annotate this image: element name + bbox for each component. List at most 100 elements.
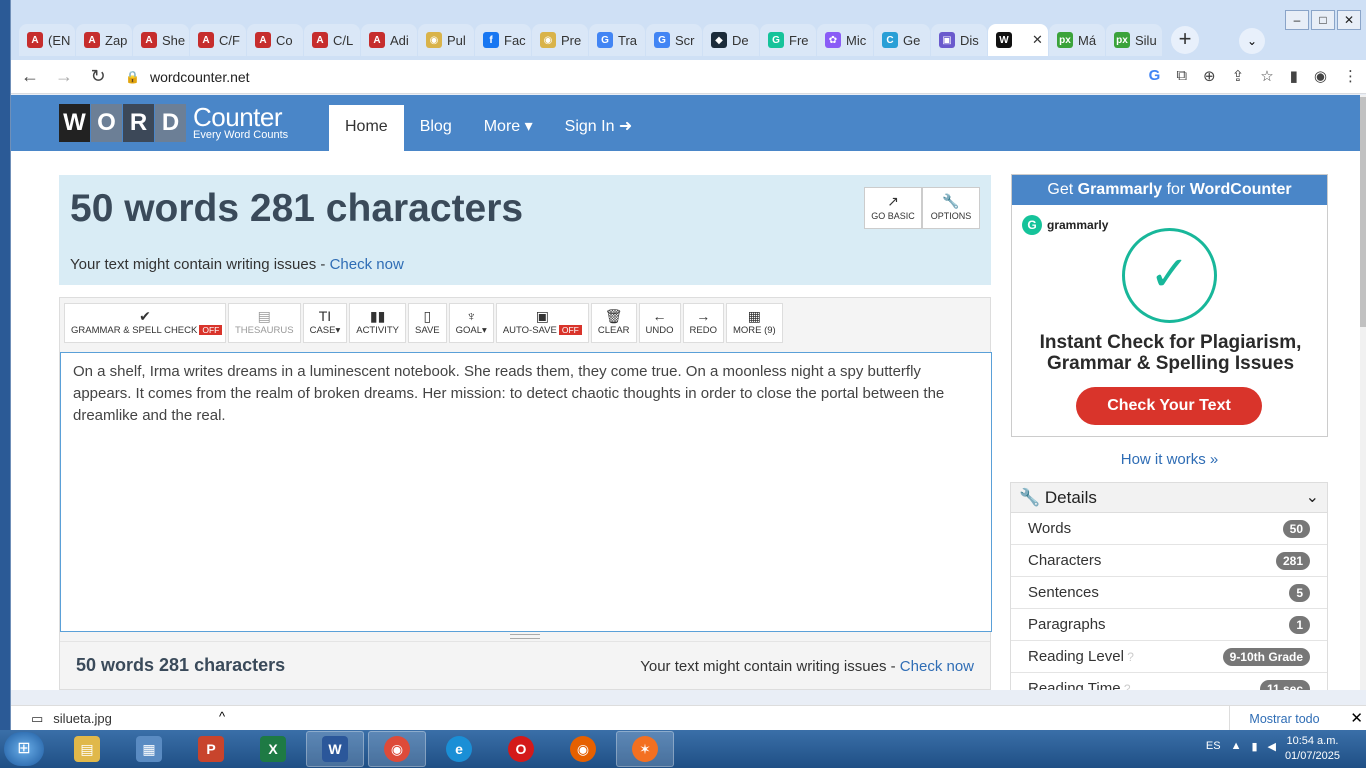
close-download-bar-icon[interactable]: ✕ — [1350, 709, 1363, 727]
firefox-icon[interactable]: ◉ — [554, 731, 612, 767]
volume-icon[interactable]: ◀ — [1268, 740, 1276, 753]
browser-tab[interactable]: ✿ Mic — [817, 24, 873, 56]
close-icon[interactable]: ✕ — [1337, 10, 1361, 30]
browser-tab[interactable]: A C/F — [190, 24, 246, 56]
browser-tab[interactable]: f Fac — [475, 24, 531, 56]
goal-button[interactable]: ♆ GOAL▾ — [448, 303, 494, 343]
tab-search-icon[interactable]: ⌄ — [1239, 28, 1265, 54]
clock[interactable]: 10:54 a.m. 01/07/2025 — [1285, 734, 1340, 764]
browser-tab[interactable]: G Scr — [646, 24, 702, 56]
translate-icon[interactable]: ⧉ — [1176, 67, 1187, 85]
powerpoint-icon[interactable]: P — [182, 731, 240, 767]
grammar-check-button[interactable]: ✔ GRAMMAR & SPELL CHECK OFF — [64, 303, 226, 343]
control-panel-icon[interactable]: ▦ — [120, 731, 178, 767]
browser-tab[interactable]: A She — [133, 24, 189, 56]
nav-home[interactable]: Home — [329, 105, 404, 151]
share-icon[interactable]: ⇪ — [1232, 67, 1245, 85]
tab-title: Dis — [960, 32, 979, 48]
browser-tab[interactable]: px Má — [1049, 24, 1105, 56]
minimize-icon[interactable]: – — [1285, 10, 1309, 30]
browser-tab[interactable]: A Zap — [76, 24, 132, 56]
back-icon[interactable]: ← — [15, 66, 45, 87]
start-button[interactable]: ⊞ — [4, 732, 44, 766]
case-button[interactable]: TI CASE▾ — [302, 303, 348, 343]
chrome-icon[interactable]: ◉ — [368, 731, 426, 767]
chevron-down-icon[interactable]: ⌄ — [1306, 483, 1319, 513]
sidepanel-icon[interactable]: ▮ — [1290, 67, 1298, 85]
tab-favicon-icon: A — [141, 32, 157, 48]
redo-label: REDO — [689, 325, 717, 336]
app-icon[interactable]: ✶ — [616, 731, 674, 767]
tray-expand-icon[interactable]: ▲ — [1231, 740, 1242, 753]
bookmark-star-icon[interactable]: ☆ — [1260, 67, 1273, 85]
clear-button[interactable]: 🗑 CLEAR — [590, 303, 637, 343]
file-explorer-icon[interactable]: ▤ — [58, 731, 116, 767]
scrollbar-thumb[interactable] — [1360, 97, 1366, 327]
save-button[interactable]: ▯ SAVE — [408, 303, 447, 343]
browser-tab[interactable]: C Ge — [874, 24, 930, 56]
text-input-area[interactable]: On a shelf, Irma writes dreams in a lumi… — [60, 352, 992, 632]
ad-head-site: WordCounter — [1189, 181, 1292, 198]
go-basic-button[interactable]: ↗ GO BASIC — [864, 187, 922, 229]
edge-icon[interactable]: e — [430, 731, 488, 767]
browser-tab[interactable]: px Silu — [1106, 24, 1162, 56]
details-header[interactable]: 🔧 Details ⌄ — [1011, 483, 1327, 513]
how-it-works-link[interactable]: How it works » — [1011, 451, 1328, 468]
browser-tab[interactable]: ▣ Dis — [931, 24, 987, 56]
browser-tab[interactable]: ◆ De — [703, 24, 759, 56]
browser-tab[interactable]: A Co — [247, 24, 303, 56]
nav-more[interactable]: More ▾ — [468, 105, 549, 151]
site-info-icon[interactable]: 🔒 — [125, 70, 140, 84]
help-icon[interactable]: ? — [1121, 682, 1131, 690]
opera-icon[interactable]: O — [492, 731, 550, 767]
resize-handle[interactable] — [510, 634, 540, 639]
clock-date: 01/07/2025 — [1284, 750, 1340, 762]
more-tools-button[interactable]: ▦ MORE (9) — [725, 303, 783, 343]
activity-button[interactable]: ▮▮ ACTIVITY — [349, 303, 406, 343]
nav-sign-in[interactable]: Sign In ➜ — [549, 105, 649, 151]
undo-button[interactable]: ← UNDO — [638, 303, 681, 343]
check-your-text-button[interactable]: Check Your Text — [1076, 387, 1262, 425]
browser-tab[interactable]: A C/L — [304, 24, 360, 56]
check-now-link[interactable]: Check now — [330, 256, 404, 273]
browser-tab[interactable]: ◉ Pul — [418, 24, 474, 56]
autosave-button[interactable]: ▣ AUTO-SAVE OFF — [495, 303, 589, 343]
help-icon[interactable]: ? — [1124, 650, 1134, 664]
nav-blog[interactable]: Blog — [404, 105, 468, 151]
forward-icon[interactable]: → — [49, 66, 79, 87]
ad-header: Get Grammarly for WordCounter — [1012, 175, 1327, 205]
chevron-up-icon[interactable]: ^ — [219, 709, 225, 724]
language-indicator[interactable]: ES — [1206, 740, 1221, 753]
thesaurus-button[interactable]: ▤ THESAURUS — [228, 303, 301, 343]
download-item[interactable]: ▭ silueta.jpg — [31, 711, 112, 727]
page-scrollbar[interactable] — [1360, 95, 1366, 690]
browser-tab[interactable]: A Adi — [361, 24, 417, 56]
zoom-icon[interactable]: ⊕ — [1203, 67, 1216, 85]
text-case-icon: TI — [318, 308, 332, 324]
menu-dots-icon[interactable]: ⋮ — [1343, 67, 1358, 85]
details-row-label: Sentences — [1028, 584, 1099, 601]
show-all-button[interactable]: Mostrar todo — [1229, 706, 1339, 732]
maximize-icon[interactable]: □ — [1311, 10, 1335, 30]
grammarly-ad[interactable]: Get Grammarly for WordCounter Ggrammarly… — [1011, 174, 1328, 437]
close-tab-icon[interactable]: ✕ — [1032, 32, 1043, 48]
browser-tab[interactable]: G Tra — [589, 24, 645, 56]
tab-favicon-icon: A — [312, 32, 328, 48]
word-icon[interactable]: W — [306, 731, 364, 767]
browser-tab[interactable]: W ✕ — [988, 24, 1048, 56]
footer-check-now-link[interactable]: Check now — [900, 658, 974, 675]
network-icon[interactable]: ▮ — [1251, 740, 1257, 753]
save-file-icon: ▯ — [423, 308, 432, 324]
footer-stats: 50 words 281 characters Your text might … — [60, 641, 990, 687]
reload-icon[interactable]: ↻ — [83, 66, 113, 87]
browser-tab[interactable]: G Fre — [760, 24, 816, 56]
excel-icon[interactable]: X — [244, 731, 302, 767]
browser-tab[interactable]: A (EN — [19, 24, 75, 56]
profile-icon[interactable]: ◉ — [1314, 67, 1327, 85]
redo-button[interactable]: → REDO — [682, 303, 724, 343]
options-button[interactable]: 🔧 OPTIONS — [922, 187, 980, 229]
browser-tab[interactable]: ◉ Pre — [532, 24, 588, 56]
google-icon[interactable]: G — [1149, 67, 1161, 85]
site-logo[interactable]: W O R D Counter Every Word Counts — [59, 104, 288, 142]
new-tab-button[interactable]: + — [1171, 26, 1199, 54]
